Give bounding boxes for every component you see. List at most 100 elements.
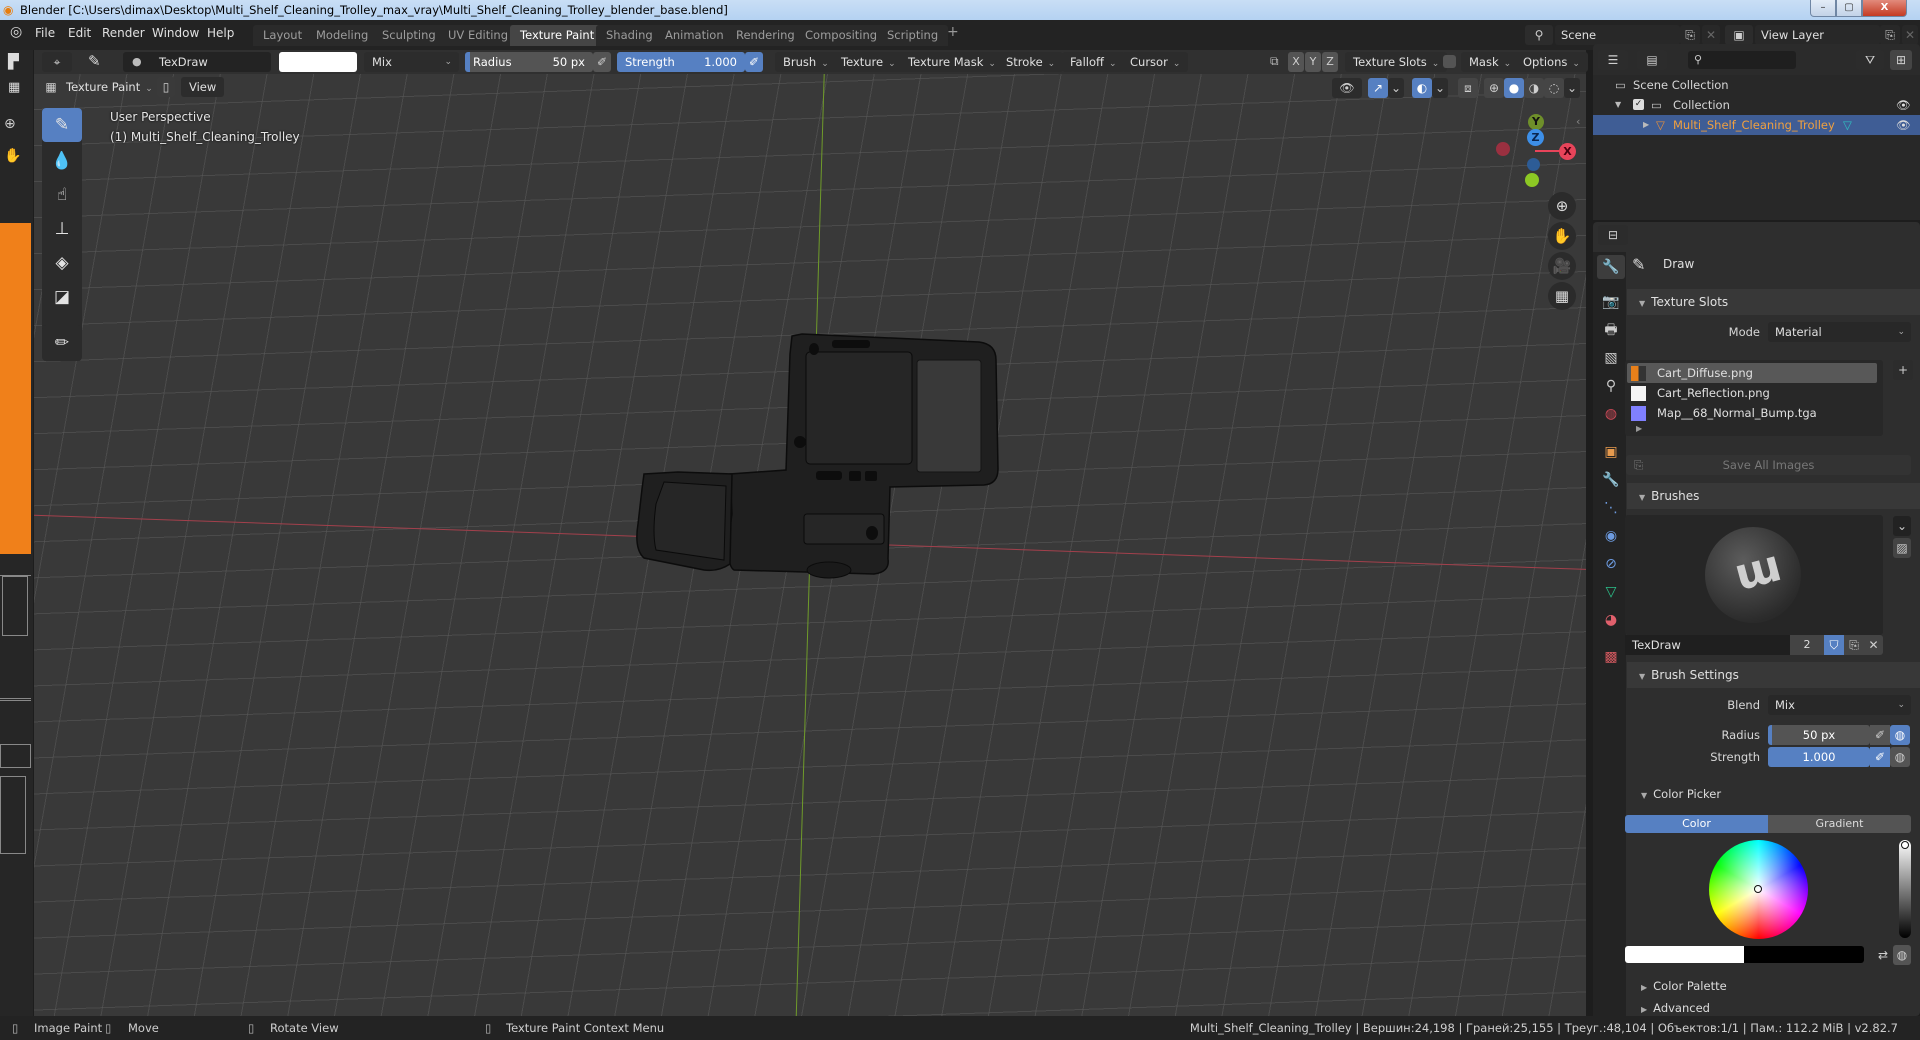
brush-settings-panel-header[interactable]: ▼ Brush Settings [1627,662,1920,688]
pan-view-icon[interactable]: ✋ [1548,222,1576,250]
overlays-toggle-icon[interactable]: ◐ [1412,78,1432,98]
soften-tool-icon[interactable]: 💧 [42,144,82,178]
save-all-images-button[interactable]: ⎘ Save All Images [1626,455,1911,475]
expand-triangle-icon[interactable]: ▼ [1615,95,1621,115]
texture-slot-item[interactable]: Map__68_Normal_Bump.tga [1627,403,1877,423]
tab-compositing[interactable]: Compositing [795,25,888,46]
fill-tool-icon[interactable]: ◈ [42,246,82,280]
cursor-menu[interactable]: Cursor ⌄ [1122,52,1189,72]
outliner-display-mode-icon[interactable]: ☰ [1598,50,1628,70]
value-slider-handle[interactable] [1901,841,1909,849]
outliner-scene-collection[interactable]: ▭ Scene Collection [1593,75,1920,95]
minimize-button[interactable]: – [1810,0,1836,17]
mode-selector[interactable]: Texture Paint ⌄ [60,77,161,97]
new-scene-icon[interactable]: ⎘ [1680,25,1700,45]
view-layer-selector-icon[interactable]: ▣ [1725,25,1753,45]
brush-list-dropdown-icon[interactable]: ⌄ [1893,516,1911,536]
strength-pressure-icon[interactable]: ✐ [745,52,763,72]
close-window-button[interactable]: X [1862,0,1907,17]
menu-edit[interactable]: Edit [68,26,91,40]
tab-animation[interactable]: Animation [655,25,734,46]
color-palette-subpanel-header[interactable]: ▶ Color Palette [1627,975,1920,997]
view-layer-tab-icon[interactable]: ▧ [1597,346,1625,370]
properties-editor-type-icon[interactable]: ⊟ [1598,225,1628,245]
world-tab-icon[interactable]: ◍ [1597,402,1625,426]
editor-type-icon[interactable]: ▛ [8,54,19,70]
camera-view-icon[interactable]: 🎥 [1548,252,1576,280]
menu-help[interactable]: Help [207,26,234,40]
texture-mode-dropdown[interactable]: Material ⌄ [1768,322,1911,342]
object-tab-icon[interactable]: ▣ [1597,440,1625,464]
gradient-tab[interactable]: Gradient [1768,815,1911,833]
brush-users-count[interactable]: 2 [1790,635,1824,655]
radius-pressure-icon[interactable]: ✐ [1870,725,1890,745]
scene-tab-icon[interactable]: ⚲ [1597,374,1625,398]
ortho-toggle-icon[interactable]: ▦ [1548,282,1576,310]
radius-slider[interactable]: 50 px [1768,725,1870,745]
color-wheel-cursor[interactable] [1754,885,1762,893]
strength-slider[interactable]: Strength 1.000 [617,52,745,72]
expand-list-triangle-icon[interactable]: ▶ [1636,424,1642,433]
output-tab-icon[interactable]: 🖶 [1597,318,1625,342]
blend-mode-dropdown[interactable]: Mix ⌄ [364,52,459,72]
strength-slider[interactable]: 1.000 [1768,747,1870,767]
visibility-selectability-icon[interactable]: 👁 [1332,78,1362,98]
constraints-tab-icon[interactable]: ⊘ [1597,552,1625,576]
add-texture-slot-button[interactable]: + [1893,360,1913,380]
mesh-data-icon[interactable]: ▽ [1843,115,1852,135]
tab-layout[interactable]: Layout [253,25,313,46]
color-picker-subpanel-header[interactable]: ▼ Color Picker [1627,783,1920,805]
mask-tool-icon[interactable]: ◪ [42,280,82,314]
duplicate-brush-icon[interactable]: ⎘ [1844,635,1864,655]
draw-tool-icon[interactable]: ✎ [42,108,82,142]
tool-tab-icon[interactable]: 🔧 [1597,255,1625,279]
texture-slot-item[interactable]: Cart_Diffuse.png [1627,363,1877,383]
tab-texture-paint[interactable]: Texture Paint [510,25,605,46]
render-tab-icon[interactable]: 📷 [1597,290,1625,314]
tab-sculpting[interactable]: Sculpting [372,25,446,46]
gizmo-neg-z-axis[interactable] [1527,158,1540,171]
new-view-layer-icon[interactable]: ⎘ [1880,25,1900,45]
falloff-menu[interactable]: Falloff ⌄ [1062,52,1125,72]
brush-icon-image-icon[interactable]: ▨ [1893,538,1911,558]
blend-dropdown[interactable]: Mix ⌄ [1768,695,1911,715]
brush-preview[interactable]: ɯ [1625,515,1883,635]
brush-color-swatch[interactable] [279,52,357,72]
delete-scene-icon[interactable]: ✕ [1702,25,1720,45]
add-workspace-button[interactable]: + [947,24,959,40]
shading-dropdown-icon[interactable]: ⌄ [1564,78,1580,98]
tool-settings-icon[interactable]: ⌖ [42,52,72,72]
3d-viewport[interactable] [34,74,1586,1016]
options-menu[interactable]: Options ⌄ [1515,52,1588,72]
menu-file[interactable]: File [35,26,55,40]
primary-color-swatch[interactable] [1625,946,1744,963]
strength-pressure-icon[interactable]: ✐ [1870,747,1890,767]
clone-tool-icon[interactable]: ⊥ [42,212,82,246]
outliner-object-row[interactable]: ▶ ▽ Multi_Shelf_Cleaning_Trolley ▽ 👁 [1593,115,1920,135]
scene-selector-icon[interactable]: ⚲ [1525,25,1553,45]
visibility-eye-icon[interactable]: 👁 [1896,115,1911,135]
mirror-y-toggle[interactable]: Y [1305,52,1321,72]
menu-window[interactable]: Window [152,26,199,40]
sidebar-toggle-icon[interactable]: ‹ [1576,115,1580,128]
brush-selector[interactable]: TexDraw [123,52,271,72]
solid-shading-icon[interactable]: ● [1504,78,1524,98]
expand-triangle-icon[interactable]: ▶ [1643,115,1649,135]
stroke-menu[interactable]: Stroke ⌄ [998,52,1064,72]
pan-hand-icon[interactable]: ✋ [4,148,21,164]
material-preview-shading-icon[interactable]: ◑ [1524,78,1544,98]
texture-menu[interactable]: Texture ⌄ [833,52,904,72]
outliner-collection[interactable]: ▼ ✓ ▭ Collection 👁 [1593,95,1920,115]
outliner-filter-icon[interactable]: ⛛ [1856,50,1884,70]
zoom-icon[interactable]: ⊕ [4,116,16,132]
gizmo-y-axis[interactable]: Y [1528,114,1544,130]
gizmo-neg-x-axis[interactable] [1496,142,1510,156]
unlink-brush-icon[interactable]: ✕ [1864,635,1883,655]
color-tab[interactable]: Color [1625,815,1768,833]
tab-shading[interactable]: Shading [596,25,663,46]
wireframe-shading-icon[interactable]: ⊕ [1484,78,1504,98]
maximize-button[interactable]: ▢ [1836,0,1862,17]
tab-rendering[interactable]: Rendering [726,25,805,46]
tab-modeling[interactable]: Modeling [306,25,379,46]
trolley-3d-model[interactable] [634,324,1054,704]
